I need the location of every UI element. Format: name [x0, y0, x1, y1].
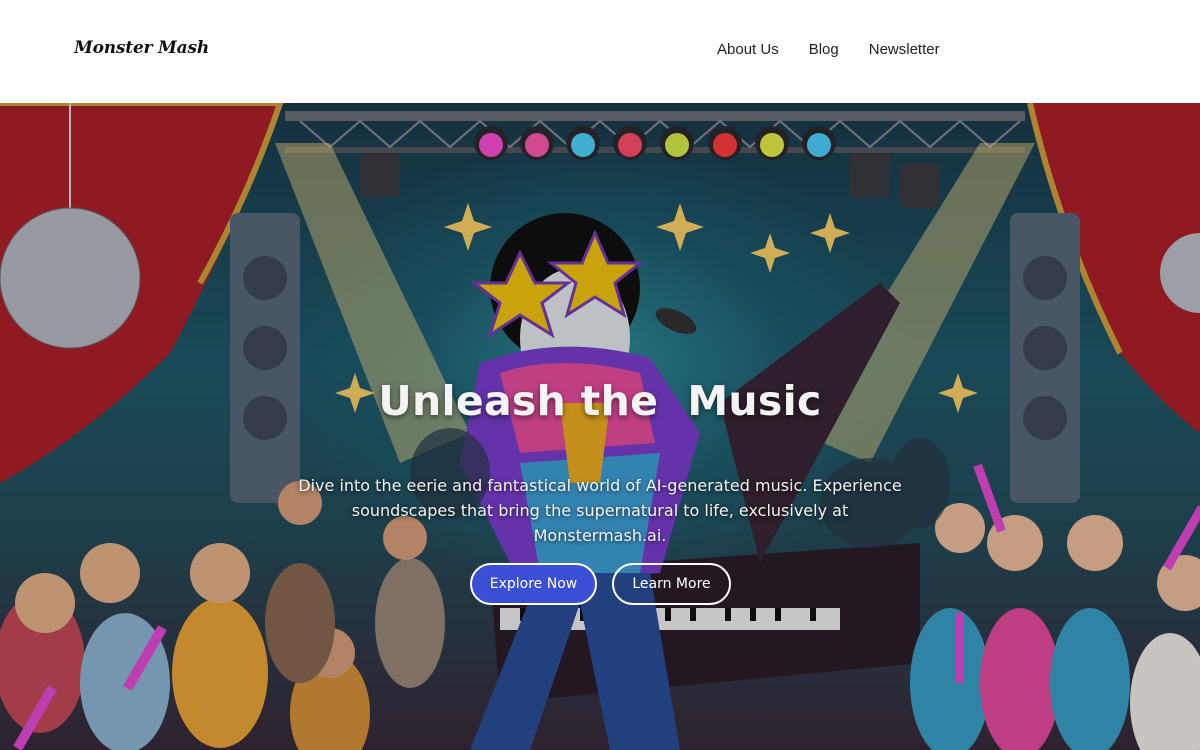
- hero-dim-overlay: [0, 103, 1200, 750]
- learn-more-button[interactable]: Learn More: [612, 563, 731, 605]
- hero-section: Unleash the Music Dive into the eerie an…: [0, 103, 1200, 750]
- hero-description: Dive into the eerie and fantastical worl…: [298, 476, 902, 545]
- main-nav: About Us Blog Newsletter: [717, 41, 940, 58]
- nav-link-about-us[interactable]: About Us: [717, 41, 779, 58]
- site-logo[interactable]: Monster Mash: [74, 38, 209, 58]
- hero-title: Unleash the Music: [378, 377, 822, 425]
- nav-link-blog[interactable]: Blog: [809, 41, 839, 58]
- nav-link-newsletter[interactable]: Newsletter: [869, 41, 940, 58]
- top-navbar: Monster Mash About Us Blog Newsletter: [0, 0, 1200, 103]
- explore-now-button[interactable]: Explore Now: [470, 563, 597, 605]
